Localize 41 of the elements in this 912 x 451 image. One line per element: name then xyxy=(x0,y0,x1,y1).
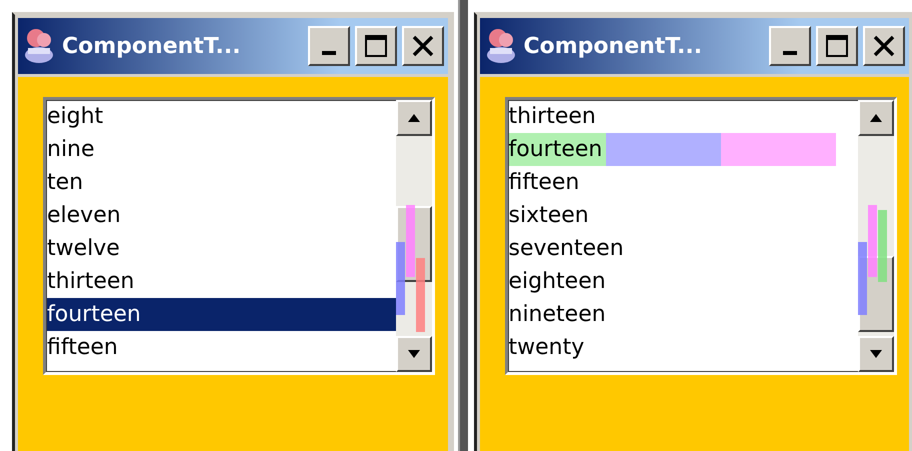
list-item[interactable]: ten xyxy=(47,166,88,199)
close-icon xyxy=(410,34,434,58)
close-icon xyxy=(872,34,896,58)
list-item[interactable]: nineteen xyxy=(508,298,610,331)
maximize-icon xyxy=(825,34,849,58)
list-item[interactable]: thirteen xyxy=(47,265,138,298)
close-button[interactable] xyxy=(863,26,905,66)
list-item[interactable]: twenty xyxy=(508,331,588,364)
scroll-down-button[interactable] xyxy=(396,336,432,372)
window-title: ComponentT... xyxy=(524,34,704,58)
list-item[interactable]: twelve xyxy=(47,232,124,265)
minimize-button[interactable] xyxy=(769,26,811,66)
list-item[interactable]: fourteen xyxy=(508,133,606,166)
list-item[interactable]: sixteen xyxy=(508,199,593,232)
list-item[interactable]: nine xyxy=(47,133,99,166)
list-item[interactable]: fourteen xyxy=(47,298,396,331)
minimize-icon xyxy=(322,51,336,55)
scroll-up-button[interactable] xyxy=(396,100,432,136)
scroll-down-button[interactable] xyxy=(858,336,894,372)
list-item[interactable]: fifteen xyxy=(47,331,122,364)
maximize-button[interactable] xyxy=(816,26,858,66)
window-title: ComponentT... xyxy=(62,34,242,58)
down-arrow-icon xyxy=(407,349,421,359)
list-item[interactable]: eighteen xyxy=(508,265,610,298)
close-button[interactable] xyxy=(402,26,444,66)
list-item[interactable]: seventeen xyxy=(508,232,628,265)
list-item[interactable]: thirteen xyxy=(508,100,600,133)
app-icon xyxy=(22,26,56,66)
list-item[interactable]: eight xyxy=(47,100,108,133)
maximize-button[interactable] xyxy=(354,26,396,66)
minimize-icon xyxy=(783,51,797,55)
up-arrow-icon xyxy=(407,113,421,123)
maximize-icon xyxy=(364,34,388,58)
scroll-up-button[interactable] xyxy=(858,100,894,136)
scrollbar[interactable] xyxy=(858,100,894,372)
minimize-button[interactable] xyxy=(308,26,350,66)
down-arrow-icon xyxy=(868,349,882,359)
list-item[interactable]: eleven xyxy=(47,199,125,232)
list-item[interactable]: fifteen xyxy=(508,166,584,199)
up-arrow-icon xyxy=(868,113,882,123)
scrollbar[interactable] xyxy=(396,100,432,372)
